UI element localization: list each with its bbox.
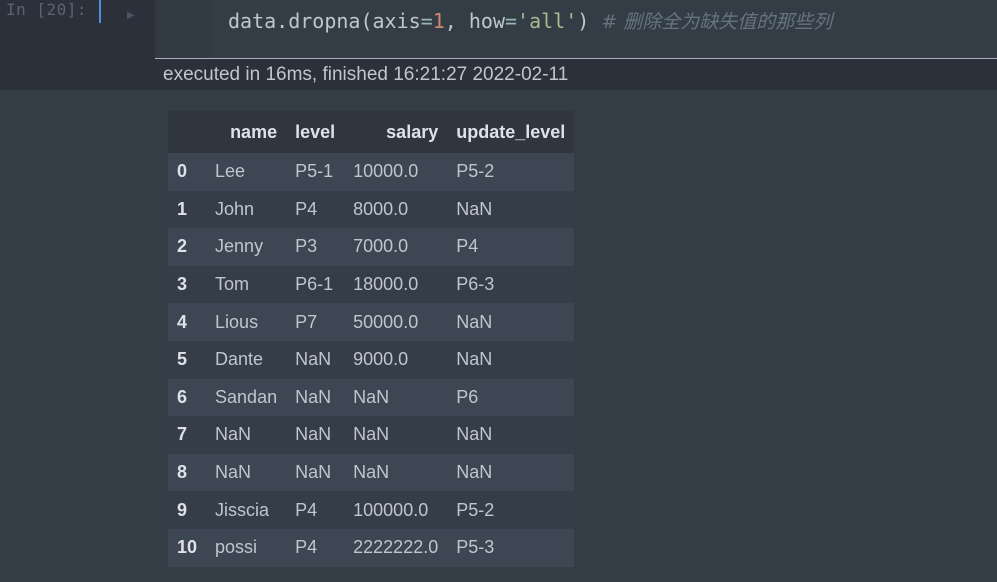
code-arg2-name: how	[468, 9, 505, 33]
cell-name: possi	[215, 537, 258, 558]
cell-salary: NaN	[353, 386, 390, 407]
code-gutter	[155, 0, 210, 58]
cell-update-level: NaN	[456, 311, 493, 332]
cell-name: Lee	[215, 161, 246, 182]
cell-salary: 8000.0	[353, 198, 409, 219]
cell-salary: 2222222.0	[353, 537, 439, 558]
header-index	[168, 111, 207, 153]
table-header: name level salary update_level	[168, 111, 575, 153]
row-index: 4	[177, 311, 188, 332]
cell-level: P7	[295, 311, 318, 332]
cell-name: Lious	[215, 311, 259, 332]
cell-update-level: P5-2	[456, 499, 495, 520]
table-row: 5 Dante NaN 9000.0 NaN	[168, 340, 575, 379]
code-comment: # 删除全为缺失值的那些列	[601, 11, 833, 33]
cell-level: P5-1	[295, 161, 334, 182]
cell-level: NaN	[295, 462, 332, 483]
cell-name: Dante	[215, 349, 264, 370]
cell-salary: 10000.0	[353, 161, 419, 182]
cell-name: NaN	[215, 424, 252, 445]
code-close-paren: )	[577, 9, 590, 33]
table-row: 7 NaN NaN NaN NaN	[168, 416, 575, 454]
code-equals: =	[420, 9, 433, 33]
code-function: data.dropna(	[228, 9, 373, 33]
cell-salary: 18000.0	[353, 274, 419, 295]
cell-level: P3	[295, 236, 318, 257]
cell-name: Sandan	[215, 386, 278, 407]
row-index: 0	[177, 161, 188, 182]
execution-info: executed in 16ms, finished 16:21:27 2022…	[163, 64, 569, 85]
cell-update-level: NaN	[456, 462, 493, 483]
cell-level: P4	[295, 537, 318, 558]
row-index: 9	[177, 499, 188, 520]
cell-name: John	[215, 198, 255, 219]
input-prompt: In [20]:	[6, 0, 88, 19]
cell-name: Jisscia	[215, 499, 270, 520]
header-level: level	[286, 111, 345, 153]
cell-update-level: P5-3	[456, 537, 495, 558]
header-row: name level salary update_level	[168, 111, 575, 153]
header-name: name	[206, 111, 287, 153]
cell-level: NaN	[295, 349, 332, 370]
cell-salary: NaN	[353, 462, 390, 483]
table-row: 4 Lious P7 50000.0 NaN	[168, 303, 575, 341]
row-index: 10	[177, 537, 198, 558]
table-row: 3 Tom P6-1 18000.0 P6-3	[168, 265, 575, 304]
input-cell[interactable]: In [20]: ▶ data.dropna(axis=1, how='all'…	[0, 0, 997, 59]
row-index: 2	[177, 236, 188, 257]
cell-update-level: P5-2	[456, 161, 495, 182]
code-arg2-value: 'all'	[517, 9, 578, 33]
cell-salary: NaN	[353, 424, 390, 445]
dataframe-table: name level salary update_level 0 Lee P5-1 1…	[168, 111, 575, 567]
row-index: 7	[177, 424, 188, 445]
table-row: 9 Jisscia P4 100000.0 P5-2	[168, 491, 575, 529]
code-line[interactable]: data.dropna(axis=1, how='all') # 删除全为缺失值…	[228, 7, 832, 36]
table-row: 10 possi P4 2222222.0 P5-3	[168, 528, 575, 567]
row-index: 5	[177, 349, 188, 370]
cell-name: Jenny	[215, 236, 264, 257]
table-body: 0 Lee P5-1 10000.0 P5-2 1 John P4 8000.0 NaN 2 Jenn…	[168, 153, 575, 567]
cell-update-level: NaN	[456, 198, 493, 219]
table-row: 0 Lee P5-1 10000.0 P5-2	[168, 153, 575, 191]
cell-update-level: P6-3	[456, 274, 495, 295]
cell-level: P4	[295, 499, 318, 520]
header-update-level: update_level	[447, 111, 575, 153]
cell-update-level: NaN	[456, 424, 493, 445]
cell-update-level: P4	[456, 236, 479, 257]
cell-update-level: P6	[456, 386, 479, 407]
cell-salary: 100000.0	[353, 499, 429, 520]
row-index: 6	[177, 386, 188, 407]
cell-name: NaN	[215, 462, 252, 483]
cell-name: Tom	[215, 274, 250, 295]
table-row: 8 NaN NaN NaN NaN	[168, 453, 575, 492]
table-row: 1 John P4 8000.0 NaN	[168, 190, 575, 229]
cell-salary: 7000.0	[353, 236, 409, 257]
row-index: 8	[177, 462, 188, 483]
table-row: 2 Jenny P3 7000.0 P4	[168, 228, 575, 266]
header-salary: salary	[344, 111, 448, 153]
cell-selection-bar	[99, 0, 101, 23]
table-row: 6 Sandan NaN NaN P6	[168, 378, 575, 417]
cell-update-level: NaN	[456, 349, 493, 370]
row-index: 1	[177, 198, 188, 219]
code-arg1-name: axis	[372, 9, 421, 33]
code-equals-2: =	[504, 9, 518, 33]
collapse-arrow-icon[interactable]: ▶	[127, 9, 135, 23]
code-arg1-value: 1	[432, 9, 445, 33]
code-separator: ,	[444, 9, 469, 33]
row-index: 3	[177, 274, 188, 295]
cell-level: NaN	[295, 386, 332, 407]
cell-level: P6-1	[295, 274, 334, 295]
cell-level: NaN	[295, 424, 332, 445]
cell-salary: 50000.0	[353, 311, 419, 332]
cell-level: P4	[295, 198, 318, 219]
cell-salary: 9000.0	[353, 349, 409, 370]
